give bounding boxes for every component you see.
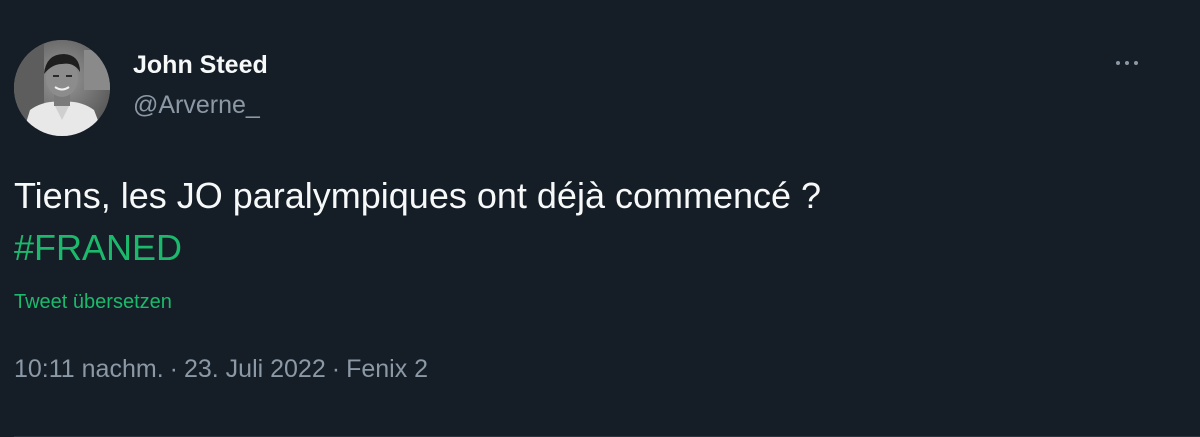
meta-separator: ·: [169, 355, 178, 383]
author-handle[interactable]: @Arverne_: [133, 90, 260, 120]
translate-tweet-link[interactable]: Tweet übersetzen: [14, 289, 172, 315]
more-horizontal-icon: [1116, 61, 1120, 65]
tweet-timestamp-time[interactable]: 10:11 nachm.: [14, 355, 164, 383]
more-horizontal-icon-dot: [1125, 61, 1129, 65]
more-options-button[interactable]: [1106, 46, 1148, 80]
avatar[interactable]: [14, 40, 110, 136]
tweet-text: Tiens, les JO paralympiques ont déjà com…: [14, 170, 821, 274]
meta-separator: ·: [331, 355, 341, 383]
avatar-photo: [14, 40, 110, 136]
tweet-source: Fenix 2: [346, 355, 429, 383]
hashtag-link[interactable]: #FRANED: [14, 222, 821, 274]
tweet-metadata: 10:11 nachm. · 23. Juli 2022 · Fenix 2: [14, 353, 428, 385]
more-horizontal-icon-dot: [1134, 61, 1138, 65]
author-display-name[interactable]: John Steed: [133, 50, 268, 80]
tweet-card: John Steed @Arverne_ Tiens, les JO paral…: [0, 0, 1200, 437]
tweet-timestamp-date[interactable]: 23. Juli 2022: [184, 355, 326, 383]
tweet-body: Tiens, les JO paralympiques ont déjà com…: [14, 175, 822, 216]
